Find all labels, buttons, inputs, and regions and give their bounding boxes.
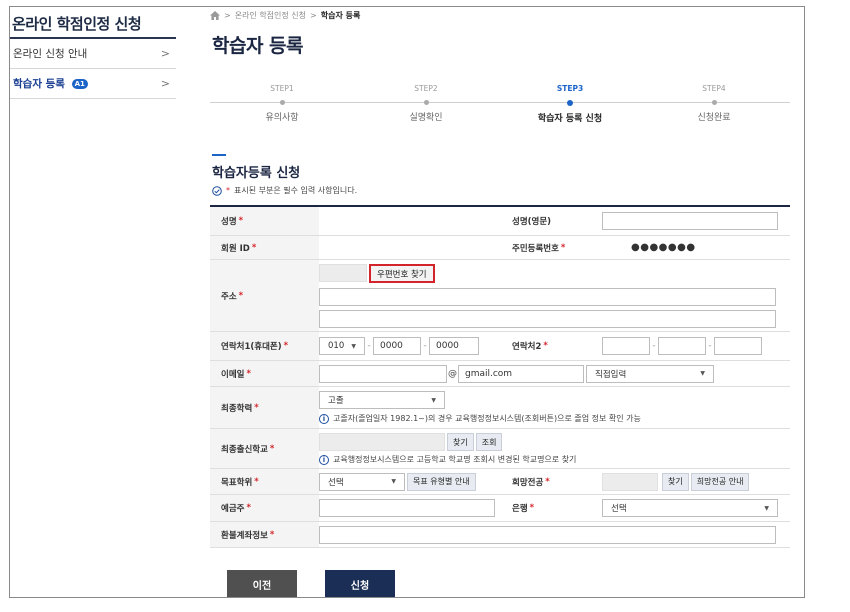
member-id-value — [319, 236, 505, 259]
school-find-button[interactable]: 찾기 — [447, 433, 474, 451]
rrn-value: ●●●●●●● — [631, 242, 696, 253]
name-value — [319, 207, 505, 235]
name-label: 성명 * — [210, 207, 319, 235]
breadcrumb-separator: > — [310, 11, 317, 20]
form-row-education: 최종학력 * 고졸 ▼ i 고졸자(졸업일자 1982.1~)의 경우 교육행정정보… — [210, 387, 790, 429]
breadcrumb-separator: > — [224, 11, 231, 20]
registration-form: 성명 * 성명(영문) 회원 ID * 주민등록번호 * ●●●●●●● 주소 * — [210, 205, 790, 548]
school-info-text: 교육행정정보시스템으로 고등학교 학교명 조회시 변경된 학교명으로 찾기 — [333, 455, 577, 464]
email-domain-input[interactable]: gmail.com — [458, 364, 584, 383]
section-accent-bar — [212, 154, 226, 156]
form-row-phone: 연락처1(휴대폰) * 010 ▼ - 0000 - 0000 연락처2 * - - — [210, 332, 790, 361]
sidebar: 온라인 학점인정 신청 온라인 신청 안내 > 학습자 등록 A1 > — [10, 7, 176, 99]
email-id-input[interactable] — [319, 364, 447, 383]
degree-label: 목표학위 * — [210, 469, 319, 494]
page-title: 학습자 등록 — [212, 35, 304, 57]
step-dot — [711, 100, 717, 105]
member-id-label: 회원 ID * — [210, 236, 319, 259]
form-row-name: 성명 * 성명(영문) — [210, 207, 790, 236]
form-row-school: 최종출신학교 * 찾기 조회 i 교육행정정보시스템으로 고등학교 학교명 조회시… — [210, 429, 790, 469]
phone2-prefix-input[interactable] — [602, 337, 650, 355]
sidebar-item-online-guide[interactable]: 온라인 신청 안내 > — [10, 39, 176, 69]
breadcrumb: > 온라인 학점인정 신청 > 학습자 등록 — [210, 10, 360, 21]
email-domain-select[interactable]: 직접입력 ▼ — [586, 364, 714, 383]
zipcode-input[interactable] — [319, 264, 367, 282]
major-input[interactable] — [602, 472, 658, 491]
phone2-last-input[interactable] — [714, 337, 762, 355]
email-label: 이메일 * — [210, 361, 319, 386]
phone1-prefix-select[interactable]: 010 ▼ — [319, 337, 365, 355]
breadcrumb-item[interactable]: 온라인 학점인정 신청 — [235, 10, 306, 21]
apply-button[interactable]: 신청 — [325, 570, 395, 597]
address-line1-input[interactable] — [319, 288, 776, 306]
info-icon: i — [319, 413, 329, 424]
degree-type-guide-button[interactable]: 목표 유형별 안내 — [407, 472, 476, 491]
major-find-button[interactable]: 찾기 — [662, 472, 689, 491]
sidebar-item-label: 학습자 등록 — [13, 78, 65, 90]
address-label: 주소 * — [210, 260, 319, 331]
chevron-right-icon: > — [160, 47, 170, 60]
refund-account-label: 환불계좌정보 * — [210, 522, 319, 547]
phone2-middle-input[interactable] — [658, 337, 706, 355]
step-indicator: STEP1 유의사항 STEP2 실명확인 STEP3 학습자 등록 신청 ST… — [210, 84, 790, 124]
phone2-label: 연락처2 * — [505, 332, 601, 360]
address-line2-input[interactable] — [319, 310, 776, 328]
form-row-address: 주소 * 우편번호 찾기 — [210, 260, 790, 332]
name-en-label: 성명(영문) — [505, 207, 601, 235]
step-dot-active — [567, 100, 573, 106]
phone1-middle-input[interactable]: 0000 — [373, 337, 421, 355]
prev-button[interactable]: 이전 — [227, 570, 297, 597]
step-dot — [423, 100, 429, 105]
breadcrumb-current: 학습자 등록 — [320, 11, 361, 20]
sidebar-item-label: 온라인 신청 안내 — [13, 48, 88, 60]
browser-frame: 온라인 학점인정 신청 온라인 신청 안내 > 학습자 등록 A1 > > 온라… — [9, 6, 805, 598]
section-title: 학습자등록 신청 — [212, 166, 301, 181]
form-row-holder: 예금주 * 은행 * 선택 ▼ — [210, 495, 790, 522]
form-row-refund: 환불계좌정보 * — [210, 522, 790, 548]
step-badge: A1 — [71, 79, 88, 89]
step-1: STEP1 유의사항 — [265, 84, 299, 123]
refund-account-input[interactable] — [319, 525, 776, 544]
degree-select[interactable]: 선택 ▼ — [319, 472, 405, 491]
phone1-label: 연락처1(휴대폰) * — [210, 332, 319, 360]
major-label: 희망전공 * — [505, 469, 601, 494]
form-row-email: 이메일 * @ gmail.com 직접입력 ▼ — [210, 361, 790, 387]
education-info-text: 고졸자(졸업일자 1982.1~)의 경우 교육행정정보시스템(조회버튼)으로 … — [333, 414, 641, 423]
education-label: 최종학력 * — [210, 387, 319, 428]
step-4: STEP4 신청완료 — [697, 84, 731, 123]
step-3: STEP3 학습자 등록 신청 — [537, 84, 603, 124]
bank-select[interactable]: 선택 ▼ — [602, 499, 778, 517]
check-circle-icon — [212, 185, 222, 196]
school-label: 최종출신학교 * — [210, 429, 319, 468]
required-note: * 표시된 부분은 필수 입력 사항입니다. — [212, 185, 357, 196]
education-select[interactable]: 고졸 ▼ — [319, 391, 445, 409]
sidebar-item-learner-registration[interactable]: 학습자 등록 A1 > — [10, 69, 176, 99]
bank-label: 은행 * — [505, 495, 601, 521]
form-row-degree: 목표학위 * 선택 ▼ 목표 유형별 안내 희망전공 * 찾기 희망전공 안내 — [210, 469, 790, 495]
school-lookup-button[interactable]: 조회 — [475, 433, 503, 451]
phone1-last-input[interactable]: 0000 — [429, 337, 479, 355]
chevron-right-icon: > — [160, 77, 170, 90]
step-dot — [279, 100, 285, 105]
rrn-label: 주민등록번호 * — [505, 236, 601, 259]
name-en-input[interactable] — [602, 212, 778, 230]
major-guide-button[interactable]: 희망전공 안내 — [690, 472, 750, 491]
account-holder-input[interactable] — [319, 499, 495, 517]
find-zipcode-button[interactable]: 우편번호 찾기 — [369, 264, 435, 283]
form-actions: 이전 신청 — [227, 570, 395, 597]
form-row-member-id: 회원 ID * 주민등록번호 * ●●●●●●● — [210, 236, 790, 260]
home-icon[interactable] — [210, 11, 220, 20]
sidebar-title: 온라인 학점인정 신청 — [10, 7, 176, 39]
school-input[interactable] — [319, 433, 445, 451]
account-holder-label: 예금주 * — [210, 495, 319, 521]
info-icon: i — [319, 454, 329, 465]
step-2: STEP2 실명확인 — [409, 84, 443, 123]
